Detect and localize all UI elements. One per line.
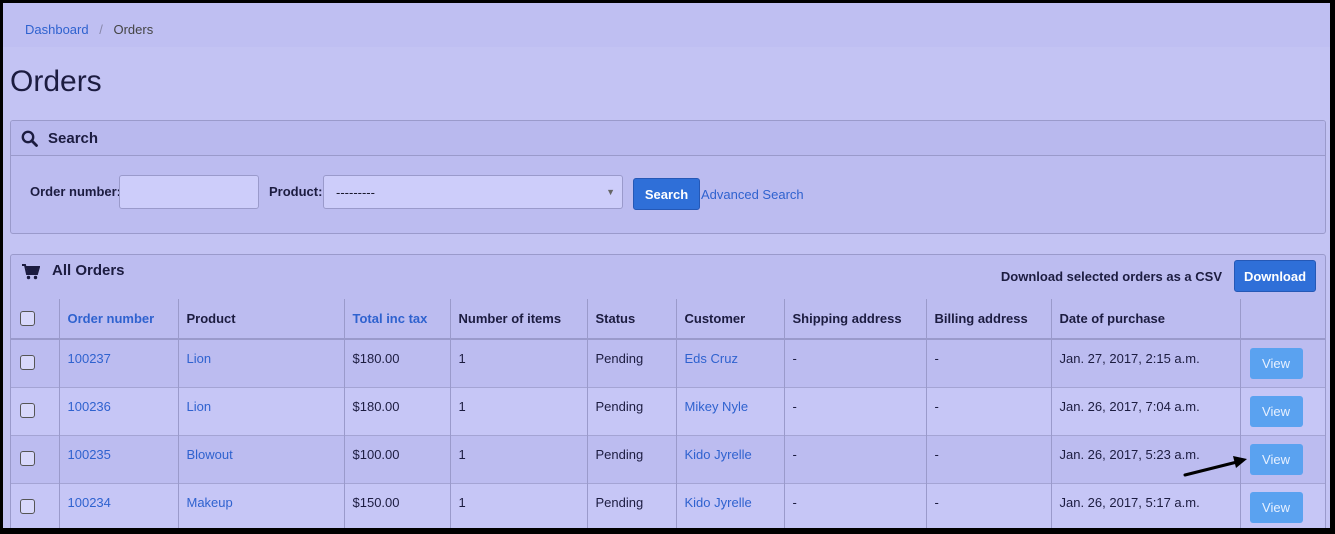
order-number-input[interactable] [119,175,259,209]
shipping-cell: - [784,387,927,435]
product-select[interactable]: --------- ▼ [323,175,623,209]
row-checkbox[interactable] [20,355,35,370]
customer-link[interactable]: Kido Jyrelle [676,483,785,528]
advanced-search-link[interactable]: Advanced Search [701,187,804,202]
orders-panel: All Orders Download selected orders as a… [10,254,1326,528]
header-date: Date of purchase [1051,299,1241,340]
total-cell: $180.00 [344,339,451,387]
view-button[interactable]: View [1249,348,1303,379]
items-cell: 1 [450,435,588,483]
header-status: Status [587,299,677,340]
table-row: 100235 Blowout $100.00 1 Pending Kido Jy… [11,435,1325,483]
row-checkbox[interactable] [20,402,35,418]
billing-cell: - [926,435,1052,483]
header-customer: Customer [676,299,785,340]
product-select-value: --------- [336,184,375,200]
orders-panel-header: All Orders Download selected orders as a… [11,255,1325,299]
shipping-cell: - [784,339,927,387]
header-order-number[interactable]: Order number [59,299,179,340]
orders-panel-title: All Orders [52,262,125,279]
billing-cell: - [926,339,1052,387]
status-cell: Pending [587,435,677,483]
download-button[interactable]: Download [1234,260,1316,292]
search-panel: Search Order number: Product: --------- … [10,120,1326,234]
product-link[interactable]: Lion [178,339,345,387]
customer-link[interactable]: Mikey Nyle [676,387,785,435]
header-billing: Billing address [926,299,1052,340]
header-shipping: Shipping address [784,299,927,340]
shipping-cell: - [784,483,927,528]
order-number-label: Order number: [30,184,122,199]
total-cell: $150.00 [344,483,451,528]
search-button[interactable]: Search [633,178,700,210]
billing-cell: - [926,483,1052,528]
date-cell: Jan. 27, 2017, 2:15 a.m. [1051,339,1241,387]
arrow-annotation-icon [1183,456,1247,477]
chevron-down-icon: ▼ [606,187,615,197]
search-form: Order number: Product: --------- ▼ Searc… [11,156,1325,233]
breadcrumb: Dashboard / Orders [3,3,1330,47]
date-cell: Jan. 26, 2017, 5:17 a.m. [1051,483,1241,528]
customer-link[interactable]: Kido Jyrelle [676,435,785,483]
order-number-link[interactable]: 100235 [59,435,179,483]
status-cell: Pending [587,339,677,387]
search-panel-title: Search [48,129,99,147]
breadcrumb-separator: / [99,22,103,37]
product-link[interactable]: Blowout [178,435,345,483]
shipping-cell: - [784,435,927,483]
view-button[interactable]: View [1249,443,1303,475]
breadcrumb-current: Orders [113,22,154,37]
total-cell: $180.00 [344,387,451,435]
table-row: 100236 Lion $180.00 1 Pending Mikey Nyle… [11,387,1325,435]
status-cell: Pending [587,387,677,435]
table-row: 100237 Lion $180.00 1 Pending Eds Cruz -… [11,339,1325,387]
date-cell: Jan. 26, 2017, 7:04 a.m. [1051,387,1241,435]
status-cell: Pending [587,483,677,528]
csv-download-label: Download selected orders as a CSV [1000,269,1222,284]
table-header-row: Order number Product Total inc tax Numbe… [11,299,1325,340]
view-button[interactable]: View [1249,491,1303,523]
app-frame: Dashboard / Orders Orders Search Order n… [3,3,1330,528]
row-checkbox[interactable] [20,450,35,466]
items-cell: 1 [450,483,588,528]
product-label: Product: [269,184,323,199]
items-cell: 1 [450,387,588,435]
select-all-checkbox[interactable] [20,311,35,326]
header-product: Product [178,299,345,340]
product-link[interactable]: Lion [178,387,345,435]
breadcrumb-dashboard-link[interactable]: Dashboard [25,22,89,37]
header-items: Number of items [450,299,588,340]
product-link[interactable]: Makeup [178,483,345,528]
order-number-link[interactable]: 100234 [59,483,179,528]
table-row: 100234 Makeup $150.00 1 Pending Kido Jyr… [11,483,1325,528]
customer-link[interactable]: Eds Cruz [676,339,785,387]
orders-table: Order number Product Total inc tax Numbe… [11,299,1325,528]
header-actions [1240,299,1325,340]
order-number-link[interactable]: 100236 [59,387,179,435]
search-icon [21,130,38,147]
row-checkbox[interactable] [20,498,35,514]
billing-cell: - [926,387,1052,435]
shopping-cart-icon [22,264,41,283]
search-panel-header: Search [11,121,1325,156]
header-total[interactable]: Total inc tax [344,299,451,340]
view-button[interactable]: View [1249,395,1303,427]
items-cell: 1 [450,339,588,387]
total-cell: $100.00 [344,435,451,483]
page-title: Orders [10,65,102,98]
order-number-link[interactable]: 100237 [59,339,179,387]
